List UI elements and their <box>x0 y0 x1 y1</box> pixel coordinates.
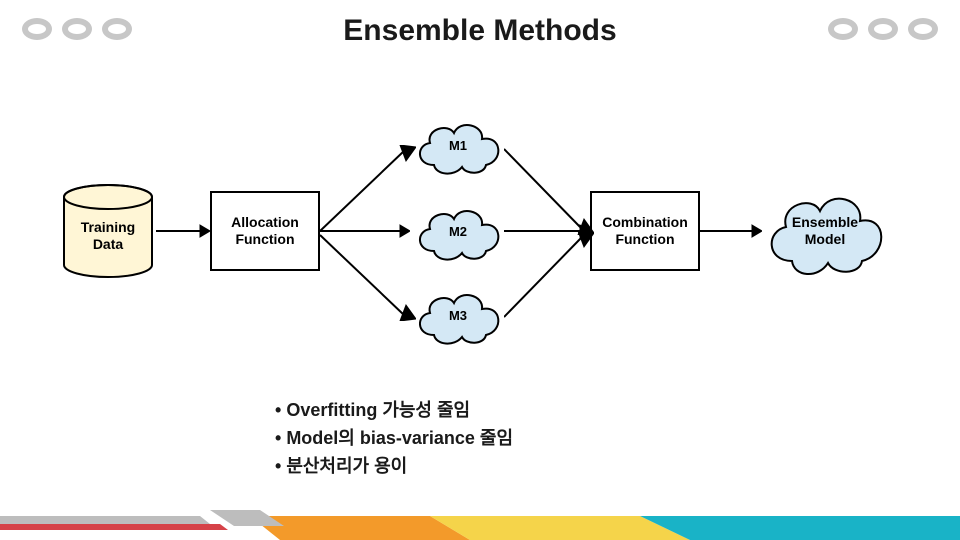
bullet-list: • Overfitting 가능성 줄임 • Model의 bias-varia… <box>275 397 513 481</box>
arrow-icon <box>320 145 416 235</box>
node-label: Ensemble Model <box>760 183 890 279</box>
node-label: M3 <box>410 285 506 347</box>
ensemble-diagram: Training Data Allocation Function M1 M2 … <box>60 115 900 345</box>
node-model-m3: M3 <box>410 285 506 347</box>
arrow-icon <box>700 223 762 239</box>
node-model-m1: M1 <box>410 115 506 177</box>
arrow-icon <box>320 231 416 321</box>
node-combination-function: Combination Function <box>590 191 700 271</box>
page-title: Ensemble Methods <box>0 14 960 48</box>
arrow-icon <box>504 231 594 321</box>
footer-decoration <box>0 480 960 540</box>
node-allocation-function: Allocation Function <box>210 191 320 271</box>
bullet-text: 분산처리가 용이 <box>286 456 407 476</box>
arrow-icon <box>504 145 594 235</box>
arrow-icon <box>156 223 210 239</box>
bullet-text: Overfitting 가능성 줄임 <box>286 400 470 420</box>
node-label: Training Data <box>81 219 135 254</box>
node-label: Combination Function <box>602 214 688 249</box>
node-training-data: Training Data <box>60 183 156 279</box>
bullet-item: • 분산처리가 용이 <box>275 453 513 481</box>
bullet-item: • Overfitting 가능성 줄임 <box>275 397 513 425</box>
node-model-m2: M2 <box>410 201 506 263</box>
bullet-text: Model의 bias-variance 줄임 <box>286 428 513 448</box>
node-label: M1 <box>410 115 506 177</box>
node-label: M2 <box>410 201 506 263</box>
node-ensemble-model: Ensemble Model <box>760 183 890 279</box>
node-label: Allocation Function <box>231 214 299 249</box>
bullet-item: • Model의 bias-variance 줄임 <box>275 425 513 453</box>
